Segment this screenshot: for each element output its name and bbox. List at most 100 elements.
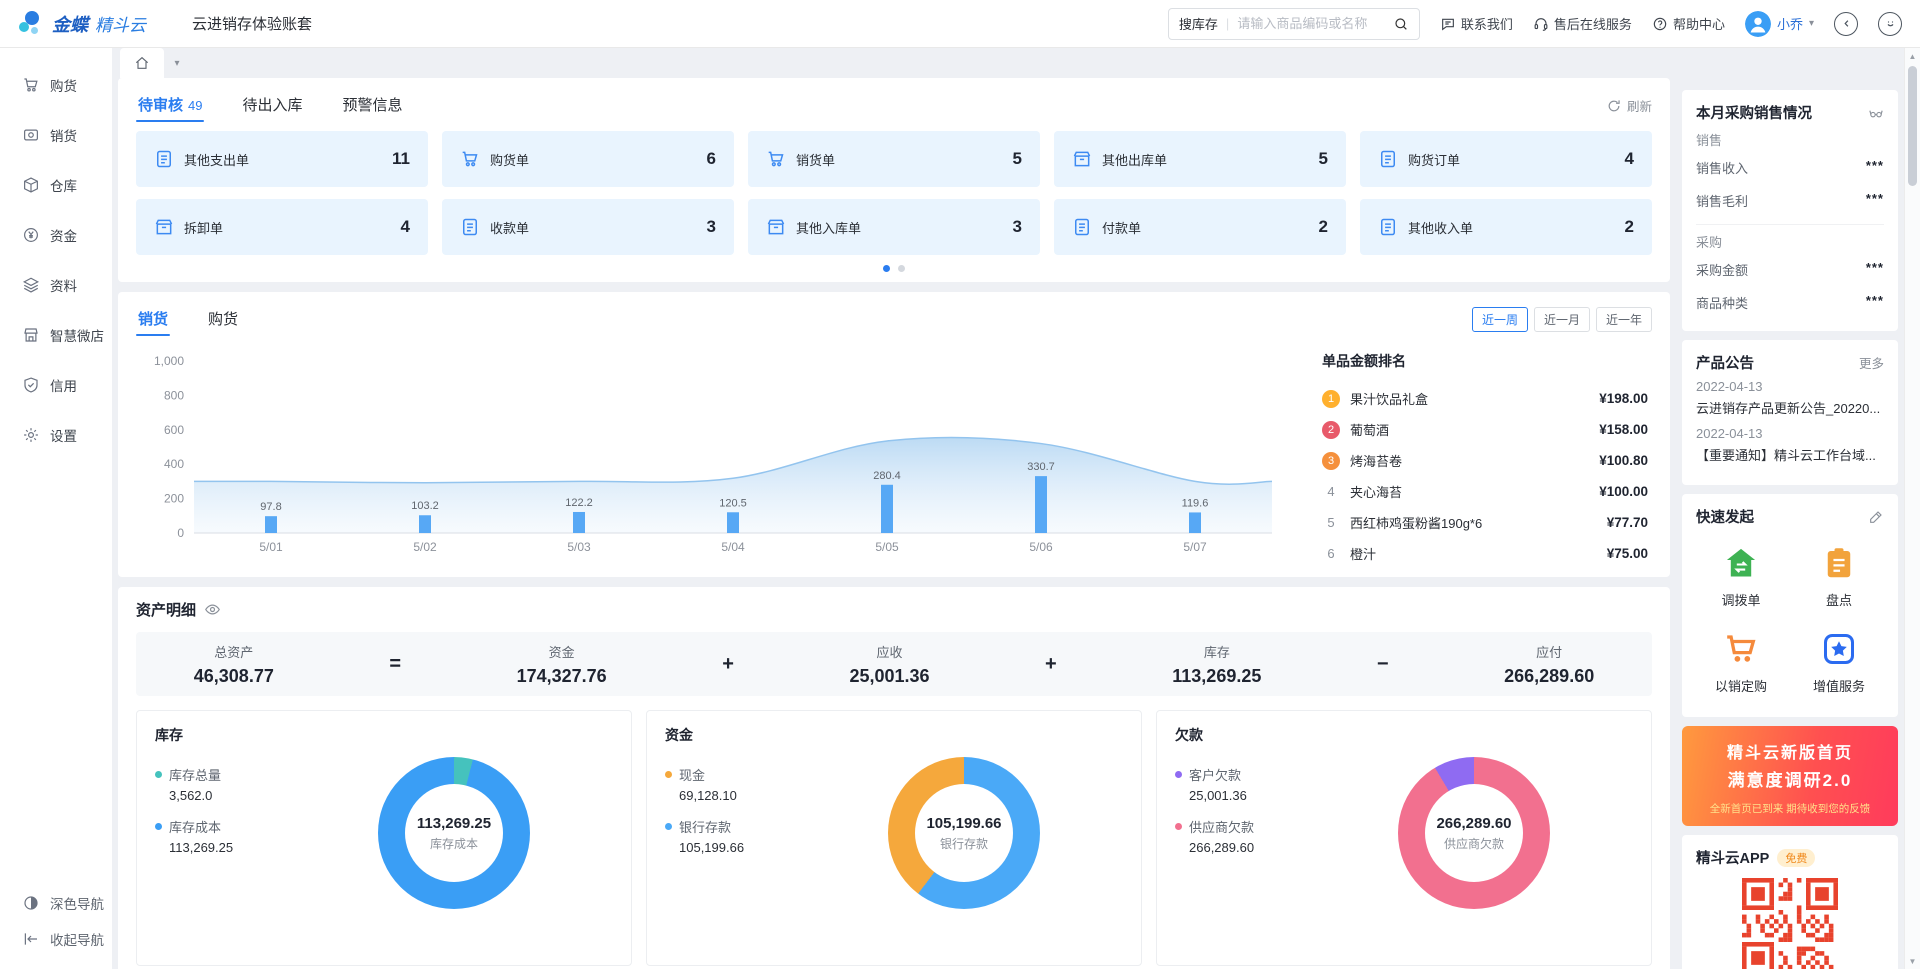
sidebar-item-label: 销货 — [50, 125, 77, 145]
pencil-icon[interactable] — [1868, 509, 1884, 525]
search-icon[interactable] — [1393, 16, 1409, 32]
ranking-row[interactable]: 3 烤海苔卷 ¥100.80 — [1322, 445, 1648, 476]
tile-other-income[interactable]: 其他收入单 2 — [1360, 199, 1652, 255]
sidebar-item-settings[interactable]: 设置 — [0, 410, 112, 460]
tab-label: 预警信息 — [343, 94, 403, 115]
tile-other-expense[interactable]: 其他支出单 11 — [136, 131, 428, 187]
help-center-link[interactable]: 帮助中心 — [1652, 14, 1725, 33]
announcement-text: 【重要通知】精斗云工作台域... — [1696, 445, 1884, 464]
feedback-smiley-icon[interactable] — [1878, 12, 1902, 36]
tile-payment-bill[interactable]: 付款单 2 — [1054, 199, 1346, 255]
inventory-searchbox[interactable]: 搜库存 | — [1168, 8, 1420, 40]
tile-purchase-order[interactable]: 购货订单 4 — [1360, 131, 1652, 187]
ranking-row[interactable]: 2 葡萄酒 ¥158.00 — [1322, 414, 1648, 445]
sidebar-item-funds[interactable]: 资金 — [0, 210, 112, 260]
vertical-scrollbar[interactable]: ▲ ▼ — [1904, 48, 1920, 969]
range-week-button[interactable]: 近一周 — [1472, 307, 1528, 332]
main-content: ▾ 待审核 49 待出入库 预警信息 刷新 — [112, 48, 1682, 969]
ranking-item-name: 果汁饮品礼盒 — [1350, 389, 1589, 408]
eye-icon[interactable] — [204, 601, 221, 618]
sidebar-item-dark-nav[interactable]: 深色导航 — [0, 885, 112, 921]
announcement-item[interactable]: 2022-04-13 【重要通知】精斗云工作台域... — [1696, 426, 1884, 464]
ranking-row[interactable]: 1 果汁饮品礼盒 ¥198.00 — [1322, 383, 1648, 414]
tile-other-inbound[interactable]: 其他入库单 3 — [748, 199, 1040, 255]
sidebar-item-collapse-nav[interactable]: 收起导航 — [0, 921, 112, 957]
range-month-button[interactable]: 近一月 — [1534, 307, 1590, 332]
sidebar-item-label: 设置 — [50, 425, 77, 445]
scroll-thumb[interactable] — [1908, 66, 1917, 186]
tile-count: 5 — [1319, 149, 1328, 169]
quick-actions-title: 快速发起 — [1696, 506, 1754, 527]
carousel-dot-2[interactable] — [898, 265, 905, 272]
sidebar-item-credit[interactable]: 信用 — [0, 360, 112, 410]
tab-pending-inout[interactable]: 待出入库 — [240, 86, 304, 125]
user-menu[interactable]: 小乔 ▾ — [1745, 11, 1814, 37]
svg-text:5/02: 5/02 — [413, 540, 437, 554]
after-sales-service-label: 售后在线服务 — [1554, 14, 1632, 33]
legend-label: 银行存款 — [679, 817, 731, 836]
carousel-dot-1[interactable] — [883, 265, 890, 272]
pending-tabs: 待审核 49 待出入库 预警信息 刷新 — [136, 86, 1652, 125]
tile-count: 5 — [1013, 149, 1022, 169]
scroll-up-arrow[interactable]: ▲ — [1905, 48, 1920, 64]
tab-purchase[interactable]: 购货 — [206, 300, 240, 339]
donut-center-label: 库存成本 — [430, 835, 478, 852]
row-value: *** — [1866, 158, 1884, 177]
tab-label: 购货 — [208, 308, 238, 329]
panel-title: 库存 — [155, 725, 613, 745]
document-icon — [1378, 217, 1398, 237]
sidebar-item-data[interactable]: 资料 — [0, 260, 112, 310]
announcement-text: 云进销存产品更新公告_20220... — [1696, 398, 1884, 417]
glasses-icon[interactable] — [1868, 105, 1884, 121]
banner-line-2: 满意度调研2.0 — [1694, 766, 1886, 791]
svg-text:5/01: 5/01 — [259, 540, 283, 554]
tab-dropdown-caret[interactable]: ▾ — [166, 48, 188, 78]
back-circle-icon[interactable] — [1834, 12, 1858, 36]
sidebar-item-warehouse[interactable]: 仓库 — [0, 160, 112, 210]
announcement-item[interactable]: 2022-04-13 云进销存产品更新公告_20220... — [1696, 379, 1884, 417]
search-scope-label[interactable]: 搜库存 — [1179, 14, 1218, 33]
quick-action-stocktake[interactable]: 盘点 — [1794, 545, 1884, 609]
search-input[interactable] — [1237, 16, 1393, 31]
user-name: 小乔 — [1777, 14, 1803, 33]
tab-pending-approval[interactable]: 待审核 49 — [136, 86, 204, 125]
sidebar-item-microstore[interactable]: 智慧微店 — [0, 310, 112, 360]
quick-action-sell-to-order[interactable]: 以销定购 — [1696, 631, 1786, 695]
contact-us-link[interactable]: 联系我们 — [1440, 14, 1513, 33]
quick-action-value-added[interactable]: 增值服务 — [1794, 631, 1884, 695]
tile-other-outbound[interactable]: 其他出库单 5 — [1054, 131, 1346, 187]
tile-receipt-bill[interactable]: 收款单 3 — [442, 199, 734, 255]
survey-banner[interactable]: 精斗云新版首页 满意度调研2.0 全新首页已到来 期待收到您的反馈 — [1682, 726, 1898, 826]
svg-text:119.6: 119.6 — [1182, 497, 1209, 509]
sidebar-item-purchase[interactable]: 购货 — [0, 60, 112, 110]
panel-legend: 库存总量 3,562.0 库存成本 113,269.25 — [155, 757, 295, 909]
home-tab[interactable] — [120, 48, 164, 78]
app-card: 精斗云APP 免费 — [1682, 835, 1898, 969]
donut-center-value: 266,289.60 — [1436, 815, 1511, 832]
tab-alerts[interactable]: 预警信息 — [341, 86, 405, 125]
document-icon — [1378, 149, 1398, 169]
announcements-more-link[interactable]: 更多 — [1859, 353, 1884, 372]
tab-sales[interactable]: 销货 — [136, 300, 170, 339]
avatar — [1745, 11, 1771, 37]
ranking-row[interactable]: 4 夹心海苔 ¥100.00 — [1322, 476, 1648, 507]
scroll-down-arrow[interactable]: ▼ — [1905, 953, 1920, 969]
range-year-button[interactable]: 近一年 — [1596, 307, 1652, 332]
tile-label: 其他收入单 — [1408, 218, 1615, 237]
sidebar-item-sales[interactable]: 销货 — [0, 110, 112, 160]
app-logo[interactable]: 金蝶 精斗云 — [18, 10, 146, 37]
formula-operator: − — [1377, 653, 1389, 676]
after-sales-service-link[interactable]: 售后在线服务 — [1533, 14, 1632, 33]
donut-center-value: 105,199.66 — [926, 815, 1001, 832]
ranking-row[interactable]: 6 橙汁 ¥75.00 — [1322, 538, 1648, 569]
refresh-button[interactable]: 刷新 — [1606, 96, 1652, 115]
ranking-item-amount: ¥75.00 — [1607, 546, 1648, 561]
tile-count: 4 — [401, 217, 410, 237]
ranking-row[interactable]: 5 西红柿鸡蛋粉酱190g*6 ¥77.70 — [1322, 507, 1648, 538]
quick-action-transfer[interactable]: 调拨单 — [1696, 545, 1786, 609]
tile-disassembly[interactable]: 拆卸单 4 — [136, 199, 428, 255]
legend-label: 客户欠款 — [1189, 765, 1241, 784]
collapse-icon — [22, 930, 40, 948]
tile-sales-bill[interactable]: 销货单 5 — [748, 131, 1040, 187]
tile-purchase-bill[interactable]: 购货单 6 — [442, 131, 734, 187]
